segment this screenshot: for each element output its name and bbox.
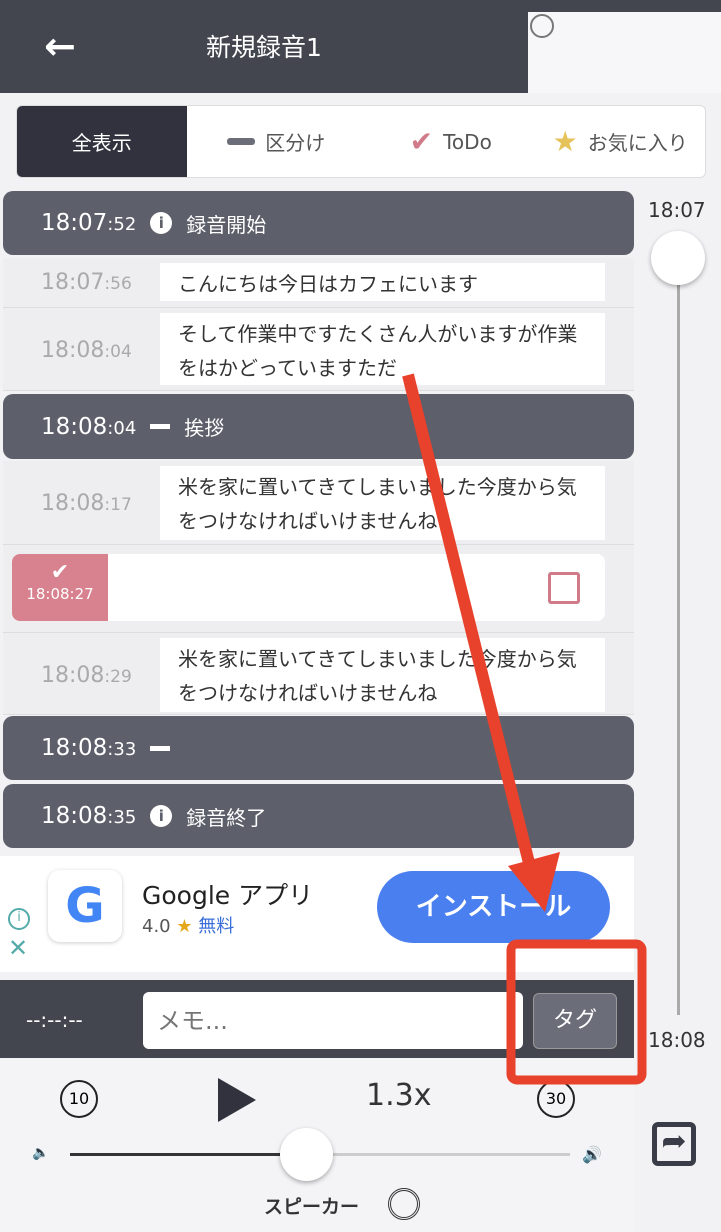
annotation-box [506, 939, 647, 1085]
annotation-arrowhead [508, 852, 560, 912]
annotation-overlay [402, 373, 647, 1085]
annotation-arrow [402, 373, 538, 877]
